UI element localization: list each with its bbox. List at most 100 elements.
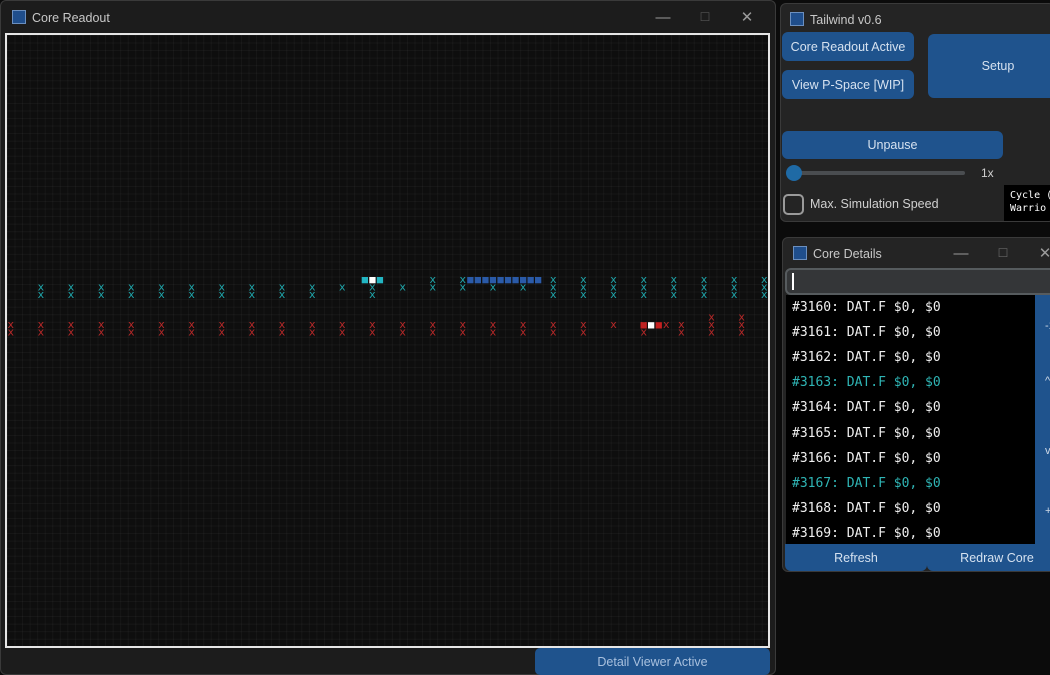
core-cell-block bbox=[655, 322, 662, 329]
maximize-icon[interactable]: ☐ bbox=[683, 1, 727, 33]
red-warrior-marker: x bbox=[399, 326, 406, 339]
red-warrior-marker: x bbox=[38, 326, 45, 339]
scroll-up-icon[interactable]: ^ bbox=[1045, 375, 1050, 387]
red-warrior-marker: x bbox=[188, 326, 195, 339]
red-warrior-marker: x bbox=[429, 326, 436, 339]
red-warrior-marker: x bbox=[309, 326, 316, 339]
speed-slider-knob[interactable] bbox=[786, 165, 802, 181]
red-warrior-marker: x bbox=[68, 326, 75, 339]
core-cell-block bbox=[527, 277, 534, 284]
maximize-icon[interactable]: ☐ bbox=[981, 238, 1025, 268]
cyan-warrior-marker: x bbox=[279, 288, 286, 301]
red-warrior-marker: x bbox=[128, 326, 135, 339]
core-readout-button[interactable]: Core Readout Active bbox=[782, 32, 914, 61]
tailwind-window: Tailwind v0.6 Core Readout Active View P… bbox=[780, 3, 1050, 222]
instruction-row[interactable]: #3169: DAT.F $0, $0 bbox=[792, 526, 941, 541]
red-warrior-marker: x bbox=[550, 326, 557, 339]
core-readout-title: Core Readout bbox=[32, 11, 110, 25]
core-cell-block bbox=[648, 322, 655, 329]
instruction-row[interactable]: #3162: DAT.F $0, $0 bbox=[792, 350, 941, 365]
app-icon bbox=[12, 10, 26, 24]
refresh-button[interactable]: Refresh bbox=[785, 544, 927, 571]
cyan-warrior-marker: x bbox=[188, 288, 195, 301]
instruction-list[interactable]: #3160: DAT.F $0, $0 #3161: DAT.F $0, $0 #3… bbox=[786, 295, 1035, 544]
instruction-row[interactable]: #3167: DAT.F $0, $0 bbox=[792, 476, 941, 491]
red-warrior-marker: x bbox=[369, 326, 376, 339]
app-icon bbox=[790, 12, 804, 26]
status-readout: Cycle ( Warrio bbox=[1004, 185, 1050, 221]
core-cell-block bbox=[535, 277, 542, 284]
scroll-minus-one-label[interactable]: -1 bbox=[1045, 320, 1050, 332]
red-warrior-marker: x bbox=[663, 318, 670, 331]
cyan-warrior-marker: x bbox=[128, 288, 135, 301]
core-details-window: Core Details — ☐ ✕ #3160: DAT.F $0, $0#3… bbox=[782, 237, 1050, 572]
view-pspace-button[interactable]: View P-Space [WIP] bbox=[782, 70, 914, 99]
instruction-row[interactable]: #3168: DAT.F $0, $0 bbox=[792, 501, 941, 516]
core-memory-grid: x x x x x x x x x x x x x x x x x x x x x x x x x x x x x x x x x x x x x x x x… bbox=[8, 273, 768, 339]
core-cell-block bbox=[504, 277, 512, 284]
red-warrior-marker: x bbox=[249, 326, 256, 339]
scroll-down-icon[interactable]: v bbox=[1045, 445, 1050, 457]
unpause-button[interactable]: Unpause bbox=[782, 131, 1003, 159]
instruction-row[interactable]: #3166: DAT.F $0, $0 bbox=[792, 451, 941, 466]
instruction-row[interactable]: #3161: DAT.F $0, $0 bbox=[792, 325, 941, 340]
speed-slider[interactable] bbox=[786, 165, 967, 181]
cyan-warrior-marker: x bbox=[640, 288, 647, 301]
speed-value-label: 1x bbox=[981, 166, 994, 180]
red-warrior-marker: x bbox=[738, 326, 745, 339]
cyan-warrior-marker: x bbox=[761, 288, 768, 301]
red-warrior-marker: x bbox=[339, 326, 346, 339]
detail-viewer-button[interactable]: Detail Viewer Active bbox=[535, 648, 770, 675]
cyan-warrior-marker: x bbox=[399, 280, 406, 293]
close-icon[interactable]: ✕ bbox=[725, 1, 769, 33]
core-readout-titlebar[interactable]: Core Readout — ☐ ✕ bbox=[1, 1, 775, 33]
tailwind-title: Tailwind v0.6 bbox=[810, 13, 882, 27]
cyan-warrior-marker: x bbox=[68, 288, 75, 301]
instruction-row[interactable]: #3165: DAT.F $0, $0 bbox=[792, 426, 941, 441]
cyan-warrior-marker: x bbox=[369, 288, 376, 301]
instruction-row[interactable]: #3164: DAT.F $0, $0 bbox=[792, 400, 941, 415]
red-warrior-marker: x bbox=[218, 326, 225, 339]
core-cell-block bbox=[474, 277, 481, 284]
red-warrior-marker: x bbox=[490, 326, 497, 339]
minimize-icon[interactable]: — bbox=[641, 1, 685, 33]
cyan-warrior-marker: x bbox=[249, 288, 256, 301]
minimize-icon[interactable]: — bbox=[939, 238, 983, 268]
core-cell-block bbox=[497, 277, 504, 284]
app-icon bbox=[793, 246, 807, 260]
red-warrior-marker: x bbox=[158, 326, 165, 339]
text-cursor bbox=[792, 273, 794, 290]
core-cell-block bbox=[512, 277, 519, 284]
close-icon[interactable]: ✕ bbox=[1023, 238, 1050, 268]
cyan-warrior-marker: x bbox=[339, 280, 346, 293]
core-memory-canvas[interactable]: x x x x x x x x x x x x x x x x x x x x x x x x x x x x x x x x x x x x x x x x… bbox=[5, 33, 770, 648]
red-warrior-marker: x bbox=[8, 326, 15, 339]
cyan-warrior-marker: x bbox=[429, 280, 436, 293]
instruction-row[interactable]: #3160: DAT.F $0, $0 bbox=[792, 300, 941, 315]
cyan-warrior-marker: x bbox=[38, 288, 45, 301]
instruction-row[interactable]: #3163: DAT.F $0, $0 bbox=[792, 375, 941, 390]
red-warrior-marker: x bbox=[708, 326, 715, 339]
core-cell-block bbox=[467, 277, 474, 284]
cyan-warrior-marker: x bbox=[671, 288, 678, 301]
red-warrior-marker: x bbox=[98, 326, 105, 339]
address-input[interactable] bbox=[785, 268, 1050, 295]
setup-button[interactable]: Setup bbox=[928, 34, 1050, 98]
cyan-warrior-marker: x bbox=[701, 288, 708, 301]
scroll-controls[interactable]: -1 ^ v +1 bbox=[1035, 295, 1050, 544]
cyan-warrior-marker: x bbox=[460, 280, 467, 293]
cyan-warrior-marker: x bbox=[98, 288, 105, 301]
redraw-core-button[interactable]: Redraw Core bbox=[927, 544, 1050, 571]
scroll-plus-one-label[interactable]: +1 bbox=[1045, 505, 1050, 517]
core-readout-window: Core Readout — ☐ ✕ xxxxxxxxxxxxxxxxxxxxx… bbox=[0, 0, 776, 675]
max-speed-label: Max. Simulation Speed bbox=[810, 197, 939, 211]
red-warrior-marker: x bbox=[520, 326, 527, 339]
cyan-warrior-marker: x bbox=[550, 288, 557, 301]
cyan-warrior-marker: x bbox=[731, 288, 738, 301]
cyan-warrior-marker: x bbox=[580, 288, 587, 301]
cyan-warrior-marker: x bbox=[309, 288, 316, 301]
max-speed-checkbox[interactable] bbox=[783, 194, 804, 215]
core-cell-block bbox=[361, 277, 368, 284]
red-warrior-marker: x bbox=[460, 326, 467, 339]
cyan-warrior-marker: x bbox=[610, 288, 617, 301]
